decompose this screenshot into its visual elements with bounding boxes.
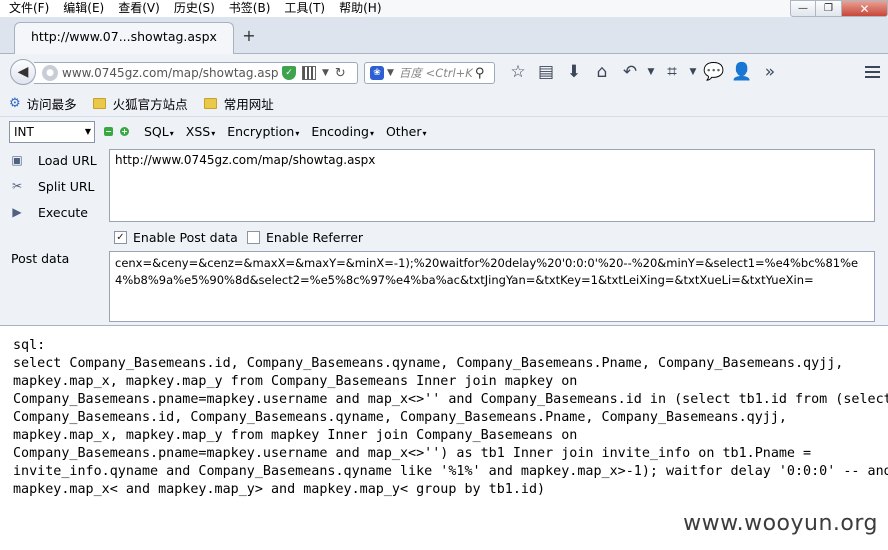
page-content: sql: select Company_Basemeans.id, Compan… xyxy=(0,327,888,550)
enable-referrer-label: Enable Referrer xyxy=(266,230,364,245)
overflow-chevron-icon[interactable]: » xyxy=(756,59,784,85)
search-bar[interactable]: ❀ ▼ 百度 <Ctrl+K> ⚲ xyxy=(364,62,495,84)
menu-history[interactable]: 历史(S) xyxy=(165,0,220,17)
user-icon[interactable]: 👤 xyxy=(728,59,756,85)
reload-icon[interactable]: ↻ xyxy=(335,66,346,81)
checkbox-checked-icon: ✓ xyxy=(114,231,127,244)
reading-list-icon[interactable]: ▤ xyxy=(532,59,560,85)
execute-button[interactable]: ▶ Execute xyxy=(9,204,88,220)
split-url-label: Split URL xyxy=(38,178,95,194)
post-data-textarea[interactable]: cenx=&ceny=&cenz=&maxX=&maxY=&minX=-1);%… xyxy=(109,251,875,322)
new-tab-button[interactable]: + xyxy=(241,26,257,46)
search-engine-dropdown-icon[interactable]: ▼ xyxy=(387,68,394,78)
gear-icon: ⚙ xyxy=(9,95,21,111)
window-controls: — ❐ ✕ xyxy=(790,0,888,18)
back-button[interactable]: ◀ xyxy=(10,59,36,85)
restore-button[interactable]: ❐ xyxy=(816,0,842,17)
folder-icon xyxy=(92,97,106,109)
menu-encoding[interactable]: Encoding xyxy=(311,124,374,139)
bookmark-star-icon[interactable]: ☆ xyxy=(504,59,532,85)
search-input[interactable]: 百度 <Ctrl+K> xyxy=(399,65,473,81)
search-icon[interactable]: ⚲ xyxy=(475,66,485,81)
checkbox-unchecked-icon xyxy=(247,231,260,244)
qr-code-icon[interactable] xyxy=(302,66,316,80)
hamburger-menu-icon[interactable] xyxy=(860,59,884,85)
menu-tools[interactable]: 工具(T) xyxy=(275,0,330,17)
crop-dropdown-icon[interactable]: ▼ xyxy=(686,59,700,85)
load-url-icon: ▣ xyxy=(11,153,23,167)
execute-icon: ▶ xyxy=(12,205,22,219)
url-bar[interactable]: ● www.0745gz.com/map/showtag.aspx ✓ ▼ ↻ xyxy=(34,62,358,84)
menu-bar: 文件(F) 编辑(E) 查看(V) 历史(S) 书签(B) 工具(T) 帮助(H… xyxy=(0,0,888,17)
watermark: www.wooyun.org xyxy=(683,511,878,536)
menu-sql[interactable]: SQL xyxy=(144,124,174,139)
enable-referrer-checkbox[interactable]: Enable Referrer xyxy=(247,230,363,245)
tab-title: http://www.07...showtag.aspx xyxy=(31,29,217,44)
minus-icon[interactable]: − xyxy=(104,127,113,136)
navigation-toolbar: ● www.0745gz.com/map/showtag.aspx ✓ ▼ ↻ … xyxy=(0,54,888,90)
plus-icon[interactable]: + xyxy=(120,127,129,136)
close-button[interactable]: ✕ xyxy=(842,0,888,17)
menu-xss[interactable]: XSS xyxy=(186,124,215,139)
split-url-button[interactable]: ✂ Split URL xyxy=(9,178,95,194)
menu-view[interactable]: 查看(V) xyxy=(109,0,165,17)
hackbar-toolbar: INT ▼ − + SQL XSS Encryption Encoding Ot… xyxy=(0,116,888,146)
toolbar-icons: ☆ ▤ ⬇ ⌂ ↶ ▼ ⌗ ▼ 💬 👤 » xyxy=(504,59,784,85)
select-arrow-icon: ▼ xyxy=(84,127,91,136)
crop-icon[interactable]: ⌗ xyxy=(658,59,686,85)
tab-active[interactable]: http://www.07...showtag.aspx xyxy=(14,22,234,54)
undo-dropdown-icon[interactable]: ▼ xyxy=(644,59,658,85)
shield-icon[interactable]: ✓ xyxy=(282,66,296,80)
folder-icon xyxy=(203,97,217,109)
menu-help[interactable]: 帮助(H) xyxy=(330,0,386,17)
chat-icon[interactable]: 💬 xyxy=(700,59,728,85)
undo-icon[interactable]: ↶ xyxy=(616,59,644,85)
globe-icon: ● xyxy=(42,65,58,81)
dropdown-icon[interactable]: ▼ xyxy=(322,68,329,78)
home-icon[interactable]: ⌂ xyxy=(588,59,616,85)
bookmark-label: 火狐官方站点 xyxy=(112,96,188,112)
menu-strip: 文件(F) 编辑(E) 查看(V) 历史(S) 书签(B) 工具(T) 帮助(H… xyxy=(0,0,382,17)
type-select[interactable]: INT ▼ xyxy=(9,120,95,143)
menu-other[interactable]: Other xyxy=(386,124,427,139)
menu-file[interactable]: 文件(F) xyxy=(0,0,54,17)
bookmark-common-sites[interactable]: 常用网址 xyxy=(203,94,274,113)
menu-edit[interactable]: 编辑(E) xyxy=(54,0,109,17)
bookmark-most-visited[interactable]: ⚙ 访问最多 xyxy=(9,94,77,113)
load-url-button[interactable]: ▣ Load URL xyxy=(9,152,97,168)
download-icon[interactable]: ⬇ xyxy=(560,59,588,85)
minimize-button[interactable]: — xyxy=(790,0,816,17)
menu-bookmarks[interactable]: 书签(B) xyxy=(220,0,276,17)
hackbar-panel: ▣ Load URL ✂ Split URL ▶ Execute http://… xyxy=(0,146,888,326)
enable-post-checkbox[interactable]: ✓ Enable Post data xyxy=(114,230,238,245)
bookmark-firefox-official[interactable]: 火狐官方站点 xyxy=(92,94,188,113)
enable-post-label: Enable Post data xyxy=(133,230,238,245)
url-text[interactable]: www.0745gz.com/map/showtag.aspx xyxy=(62,66,278,80)
bookmarks-bar: ⚙ 访问最多 火狐官方站点 常用网址 xyxy=(0,90,888,116)
menu-encryption[interactable]: Encryption xyxy=(227,124,299,139)
type-select-value: INT xyxy=(14,124,34,139)
post-data-label: Post data xyxy=(11,251,70,266)
load-url-label: Load URL xyxy=(38,152,97,168)
sql-output: sql: select Company_Basemeans.id, Compan… xyxy=(13,338,888,497)
bookmark-label: 访问最多 xyxy=(26,96,77,112)
baidu-paw-icon[interactable]: ❀ xyxy=(370,66,384,80)
execute-label: Execute xyxy=(38,204,88,220)
tab-strip: http://www.07...showtag.aspx + xyxy=(0,17,888,54)
url-textarea[interactable]: http://www.0745gz.com/map/showtag.aspx xyxy=(109,149,875,222)
bookmark-label: 常用网址 xyxy=(223,96,274,112)
split-url-icon: ✂ xyxy=(11,179,23,193)
